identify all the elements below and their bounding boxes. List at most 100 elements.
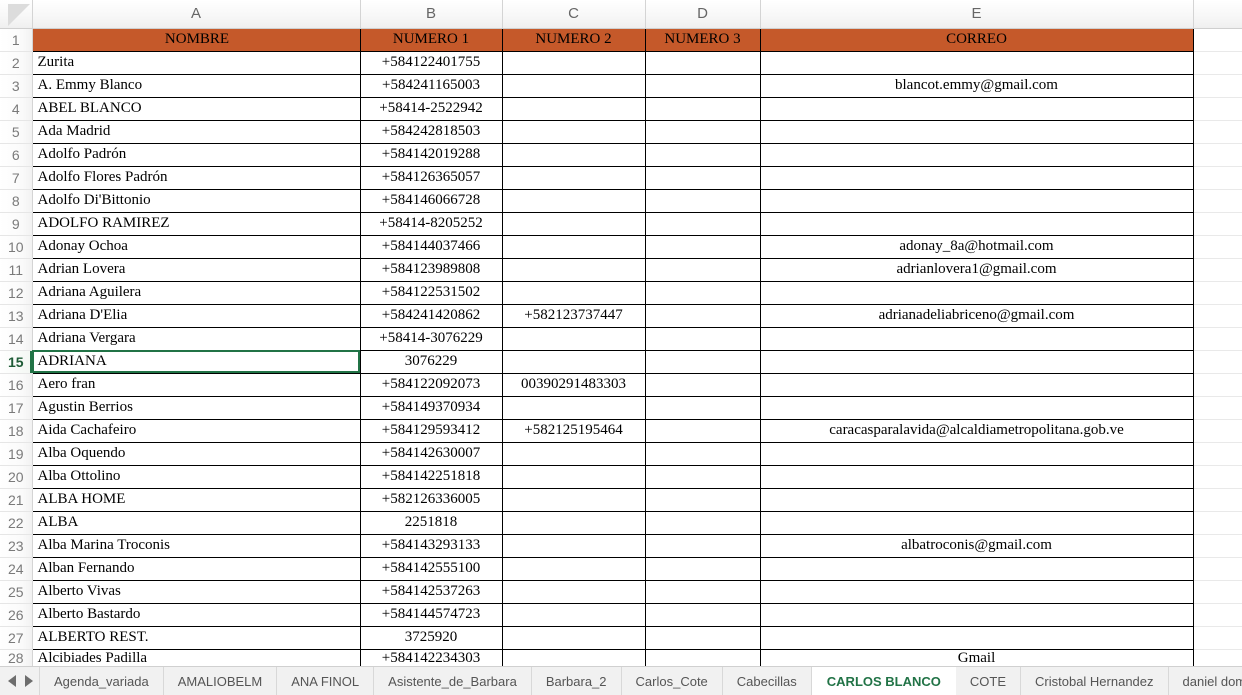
cell-D6[interactable] [644, 143, 761, 167]
cell-A24[interactable]: Alban Fernando [31, 557, 361, 581]
cell-E19[interactable] [759, 442, 1194, 466]
cell-A7[interactable]: Adolfo Flores Padrón [31, 166, 361, 190]
sheet-tab-amaliobelm[interactable]: AMALIOBELM [163, 667, 278, 695]
row-header[interactable]: 21 [0, 488, 33, 512]
cell-C17[interactable] [501, 396, 646, 420]
cell-E17[interactable] [759, 396, 1194, 420]
empty-cell[interactable] [1193, 626, 1242, 650]
cell-E10[interactable]: adonay_8a@hotmail.com [759, 235, 1194, 259]
cell-B7[interactable]: +584126365057 [359, 166, 503, 190]
cell-D2[interactable] [644, 51, 761, 75]
row-header[interactable]: 3 [0, 74, 33, 98]
sheet-tab-carlos-cote[interactable]: Carlos_Cote [621, 667, 723, 695]
triangle-right-icon[interactable] [25, 675, 33, 687]
cell-E18[interactable]: caracasparalavida@alcaldiametropolitana.… [759, 419, 1194, 443]
empty-cell[interactable] [1193, 28, 1242, 52]
cell-E26[interactable] [759, 603, 1194, 627]
row-header[interactable]: 23 [0, 534, 33, 558]
cell-A1[interactable]: NOMBRE [31, 27, 361, 52]
empty-cell[interactable] [1193, 373, 1242, 397]
empty-cell[interactable] [1193, 281, 1242, 305]
cell-B25[interactable]: +584142537263 [359, 580, 503, 604]
empty-cell[interactable] [1193, 327, 1242, 351]
cell-E5[interactable] [759, 120, 1194, 144]
cell-D10[interactable] [644, 235, 761, 259]
sheet-tab-barbara-2[interactable]: Barbara_2 [531, 667, 622, 695]
cell-A26[interactable]: Alberto Bastardo [31, 603, 361, 627]
empty-cell[interactable] [1193, 603, 1242, 627]
cell-D5[interactable] [644, 120, 761, 144]
cell-D13[interactable] [644, 304, 761, 328]
cell-E13[interactable]: adrianadeliabriceno@gmail.com [759, 304, 1194, 328]
cell-B2[interactable]: +584122401755 [359, 51, 503, 75]
cell-A25[interactable]: Alberto Vivas [31, 580, 361, 604]
cell-E16[interactable] [759, 373, 1194, 397]
row-header[interactable]: 12 [0, 281, 33, 305]
cell-A6[interactable]: Adolfo Padrón [31, 143, 361, 167]
row-header[interactable]: 18 [0, 419, 33, 443]
column-header-b[interactable]: B [360, 0, 503, 29]
row-header[interactable]: 8 [0, 189, 33, 213]
cell-A15[interactable]: ADRIANA [31, 350, 361, 374]
cell-B15[interactable]: 3076229 [359, 350, 503, 374]
cell-B11[interactable]: +584123989808 [359, 258, 503, 282]
cell-C24[interactable] [501, 557, 646, 581]
cell-A16[interactable]: Aero fran [31, 373, 361, 397]
row-header[interactable]: 4 [0, 97, 33, 121]
cell-A17[interactable]: Agustin Berrios [31, 396, 361, 420]
cell-D22[interactable] [644, 511, 761, 535]
cell-C6[interactable] [501, 143, 646, 167]
cell-E25[interactable] [759, 580, 1194, 604]
column-header-e[interactable]: E [760, 0, 1194, 29]
empty-cell[interactable] [1193, 465, 1242, 489]
cell-D20[interactable] [644, 465, 761, 489]
cell-A3[interactable]: A. Emmy Blanco [31, 74, 361, 98]
cell-B13[interactable]: +584241420862 [359, 304, 503, 328]
cell-C22[interactable] [501, 511, 646, 535]
column-header-c[interactable]: C [502, 0, 646, 29]
cell-D25[interactable] [644, 580, 761, 604]
cell-D14[interactable] [644, 327, 761, 351]
cell-E7[interactable] [759, 166, 1194, 190]
empty-cell[interactable] [1193, 235, 1242, 259]
cell-C23[interactable] [501, 534, 646, 558]
cell-E9[interactable] [759, 212, 1194, 236]
cell-A18[interactable]: Aida Cachafeiro [31, 419, 361, 443]
cell-E1[interactable]: CORREO [759, 27, 1194, 52]
cell-A8[interactable]: Adolfo Di'Bittonio [31, 189, 361, 213]
triangle-left-icon[interactable] [8, 675, 16, 687]
row-header[interactable]: 1 [0, 28, 33, 52]
empty-cell[interactable] [1193, 51, 1242, 75]
cell-A4[interactable]: ABEL BLANCO [31, 97, 361, 121]
row-header[interactable]: 27 [0, 626, 33, 650]
cell-C25[interactable] [501, 580, 646, 604]
cell-B6[interactable]: +584142019288 [359, 143, 503, 167]
cell-D3[interactable] [644, 74, 761, 98]
row-header[interactable]: 25 [0, 580, 33, 604]
cell-C20[interactable] [501, 465, 646, 489]
cell-C15[interactable] [501, 350, 646, 374]
cell-B16[interactable]: +584122092073 [359, 373, 503, 397]
cell-D12[interactable] [644, 281, 761, 305]
cell-E28[interactable]: Gmail [759, 649, 1194, 666]
cell-B12[interactable]: +584122531502 [359, 281, 503, 305]
cell-C3[interactable] [501, 74, 646, 98]
empty-cell[interactable] [1193, 120, 1242, 144]
cell-D7[interactable] [644, 166, 761, 190]
cell-B4[interactable]: +58414-2522942 [359, 97, 503, 121]
sheet-tab-daniel-dominguez-vp[interactable]: daniel dominguez VP [1168, 667, 1242, 695]
cell-D1[interactable]: NUMERO 3 [644, 27, 761, 52]
cell-E3[interactable]: blancot.emmy@gmail.com [759, 74, 1194, 98]
cell-B28[interactable]: +584142234303 [359, 649, 503, 666]
cell-C18[interactable]: +582125195464 [501, 419, 646, 443]
cell-D15[interactable] [644, 350, 761, 374]
empty-cell[interactable] [1193, 212, 1242, 236]
cell-C28[interactable] [501, 649, 646, 666]
cell-C5[interactable] [501, 120, 646, 144]
cell-B17[interactable]: +584149370934 [359, 396, 503, 420]
cell-C21[interactable] [501, 488, 646, 512]
cell-E14[interactable] [759, 327, 1194, 351]
cell-A28[interactable]: Alcibiades Padilla [31, 649, 361, 666]
sheet-tab-cabecillas[interactable]: Cabecillas [722, 667, 812, 695]
empty-cell[interactable] [1193, 649, 1242, 666]
